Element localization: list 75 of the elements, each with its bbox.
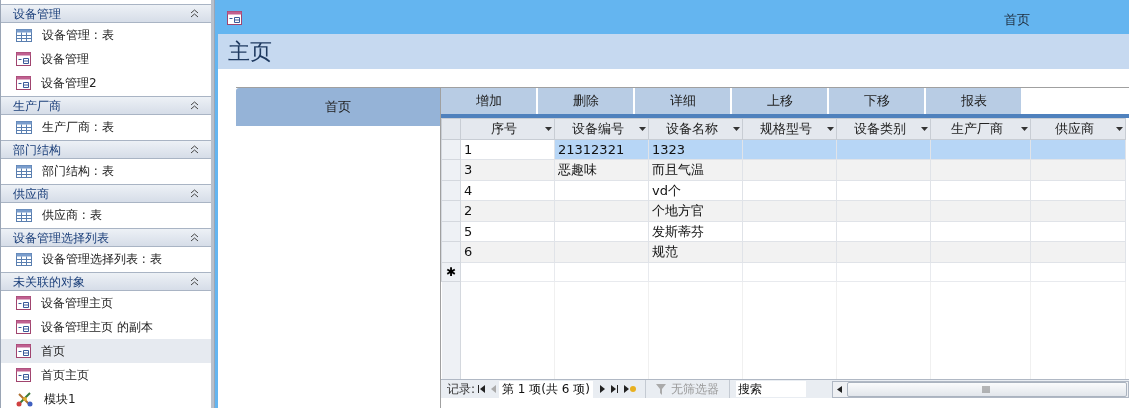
column-header[interactable]: 规格型号: [742, 118, 837, 139]
table-cell: 5: [460, 221, 555, 242]
collapse-icon[interactable]: [190, 145, 199, 154]
group-header[interactable]: 设备管理: [1, 4, 211, 23]
collapse-icon[interactable]: [190, 277, 199, 286]
form-icon: [227, 11, 242, 25]
group-header[interactable]: 供应商: [1, 184, 211, 203]
nav-button[interactable]: 详细: [635, 88, 730, 114]
collapse-icon[interactable]: [190, 101, 199, 110]
column-header[interactable]: 设备名称: [648, 118, 743, 139]
table-row[interactable]: 4 vd个: [441, 180, 1126, 201]
scrollbar-thumb[interactable]: [846, 381, 1127, 397]
dropdown-icon[interactable]: [1116, 126, 1123, 131]
group-header[interactable]: 生产厂商: [1, 96, 211, 115]
table-cell: 2: [460, 200, 555, 221]
column-header[interactable]: 供应商: [1030, 118, 1126, 139]
table-cell: 4: [460, 180, 555, 201]
column-header[interactable]: 设备类别: [836, 118, 931, 139]
column-header[interactable]: 设备编号: [554, 118, 649, 139]
nav-item[interactable]: 首页: [1, 339, 211, 363]
column-header[interactable]: 生产厂商: [930, 118, 1031, 139]
form-header: 主页: [228, 38, 272, 66]
grip-icon: [982, 385, 992, 393]
table-cell: 3: [460, 159, 555, 180]
table-icon: [16, 120, 32, 134]
table-cell: 6: [460, 241, 555, 262]
window-title: 首页: [1004, 11, 1030, 29]
form-icon: [16, 296, 31, 310]
collapse-icon[interactable]: [190, 9, 199, 18]
form-icon: [16, 52, 31, 66]
group-header[interactable]: 部门结构: [1, 140, 211, 159]
dropdown-icon[interactable]: [1021, 126, 1028, 131]
table-row[interactable]: 6 规范: [441, 241, 1126, 262]
module-icon: [16, 391, 34, 407]
table-row[interactable]: 5 发斯蒂芬: [441, 221, 1126, 242]
table-cell: 21312321: [554, 139, 649, 160]
table-row[interactable]: 2 个地方官: [441, 200, 1126, 221]
filter-icon: [655, 383, 668, 395]
collapse-icon[interactable]: [190, 233, 199, 242]
horizontal-scrollbar[interactable]: [831, 380, 1129, 398]
form-icon: [16, 368, 31, 382]
nav-button[interactable]: 下移: [829, 88, 924, 114]
table-cell: 发斯蒂芬: [648, 221, 743, 242]
group-header[interactable]: 未关联的对象: [1, 272, 211, 291]
group-header[interactable]: 设备管理选择列表: [1, 228, 211, 247]
table-icon: [16, 28, 32, 42]
nav-button[interactable]: 删除: [538, 88, 633, 114]
table-cell: 恶趣味: [554, 159, 649, 180]
column-header[interactable]: 序号: [460, 118, 555, 139]
table-row[interactable]: 1 21312321 1323: [441, 139, 1126, 160]
dropdown-icon[interactable]: [639, 126, 646, 131]
table-cell: 规范: [648, 241, 743, 262]
collapse-icon[interactable]: [190, 189, 199, 198]
nav-tab[interactable]: 首页: [236, 88, 440, 126]
table-row[interactable]: 3 恶趣味 而且气温: [441, 159, 1126, 180]
table-cell: vd个: [648, 180, 743, 201]
nav-button[interactable]: 上移: [732, 88, 827, 114]
dropdown-icon[interactable]: [733, 126, 740, 131]
table-cell: 1323: [648, 139, 743, 160]
record-label: 记录:: [447, 381, 476, 398]
record-position-field[interactable]: 第 1 项(共 6 项): [499, 380, 593, 398]
form-icon: [16, 76, 31, 90]
table-cell: 个地方官: [648, 200, 743, 221]
dropdown-icon[interactable]: [827, 126, 834, 131]
dropdown-icon[interactable]: [921, 126, 928, 131]
table-cell: 而且气温: [648, 159, 743, 180]
search-field[interactable]: 搜索: [735, 381, 806, 397]
table-icon: [16, 164, 32, 178]
dropdown-icon[interactable]: [545, 126, 552, 131]
table-icon: [16, 252, 32, 266]
table-icon: [16, 208, 32, 222]
nav-button[interactable]: 增加: [441, 88, 536, 114]
form-icon: [16, 320, 31, 334]
form-icon: [16, 344, 31, 358]
nav-button[interactable]: 报表: [926, 88, 1021, 114]
